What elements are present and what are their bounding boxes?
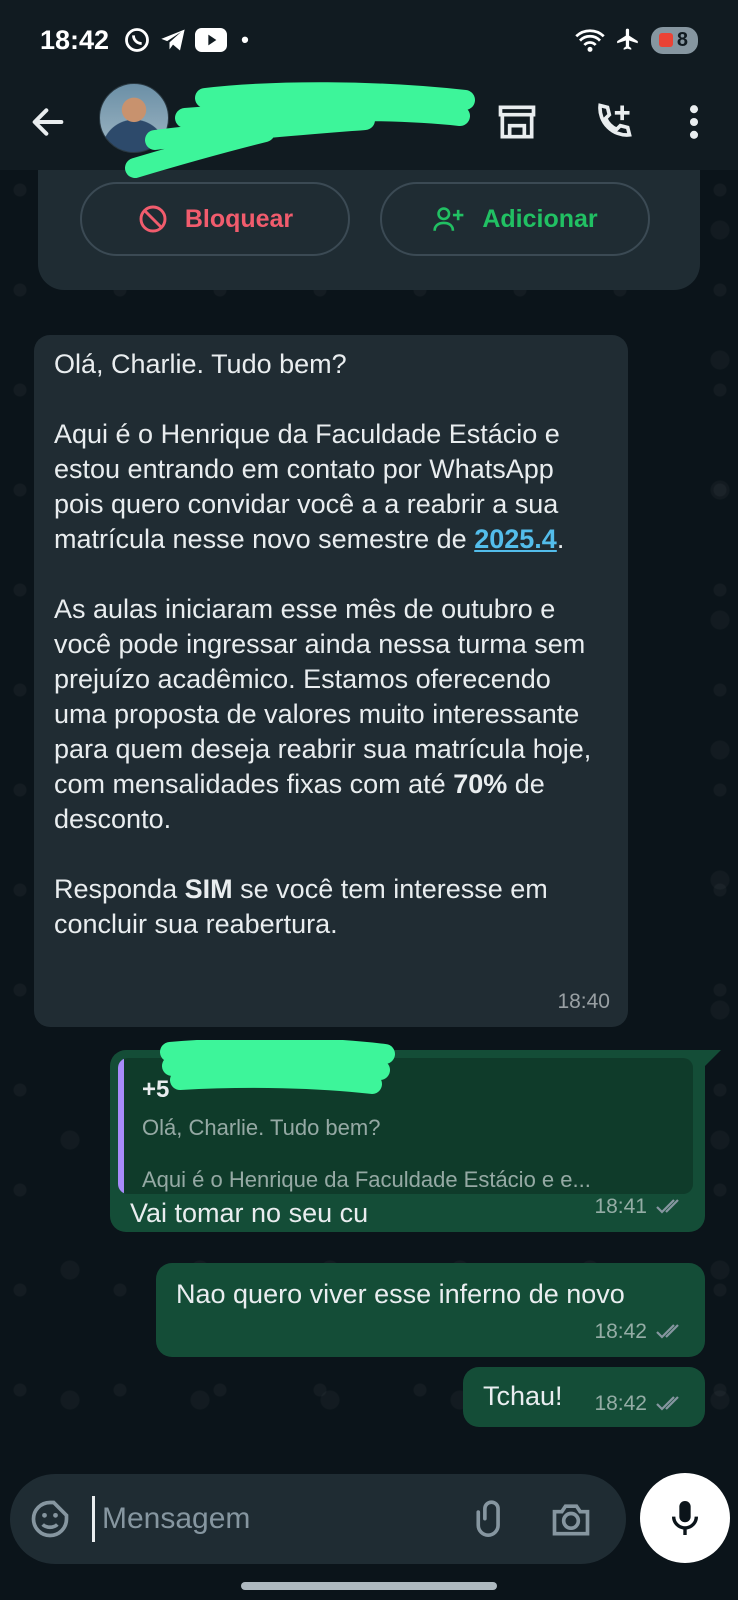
message-text: Vai tomar no seu cu (130, 1198, 369, 1228)
sticker-emoji-icon[interactable] (28, 1497, 72, 1541)
home-indicator[interactable] (241, 1582, 497, 1590)
add-person-icon (433, 207, 464, 231)
message-paragraph: Olá, Charlie. Tudo bem? (54, 349, 347, 379)
add-contact-button[interactable]: Adicionar (380, 182, 650, 256)
message-paragraph: As aulas iniciaram esse mês de outubro e… (54, 594, 592, 834)
message-time: 18:41 (594, 1189, 687, 1224)
outgoing-message[interactable]: Nao quero viver esse inferno de novo 18:… (156, 1263, 705, 1357)
sim-keyword: SIM (184, 874, 233, 904)
block-icon (139, 205, 167, 233)
message-paragraph: Responda SIM se você tem interesse em co… (54, 874, 548, 939)
battery-level: 8 (676, 28, 688, 51)
voice-message-button[interactable] (640, 1473, 730, 1563)
system-icons: 8 (575, 26, 698, 54)
message-paragraph: Aqui é o Henrique da Faculdade Estácio e… (54, 419, 565, 554)
block-label: Bloquear (184, 204, 294, 233)
block-button[interactable]: Bloquear (80, 182, 350, 256)
microphone-icon (671, 1501, 699, 1535)
double-check-icon (656, 1323, 679, 1339)
outgoing-message[interactable]: Tchau! 18:42 (463, 1367, 705, 1427)
wifi-icon (575, 29, 605, 52)
airplane-icon (617, 28, 638, 50)
whatsapp-icon (125, 28, 149, 52)
battery-indicator: 8 (650, 26, 698, 54)
double-check-icon (656, 1395, 679, 1411)
telegram-icon (161, 29, 185, 51)
text-caret (92, 1496, 95, 1542)
discount-text: 70% (453, 769, 508, 799)
message-time: 18:42 (594, 1386, 687, 1421)
double-check-icon (656, 1198, 679, 1214)
battery-low-icon (658, 33, 673, 47)
message-time: 18:42 (594, 1314, 687, 1349)
add-label: Adicionar (482, 204, 598, 233)
redaction-scribble (125, 82, 475, 178)
attach-icon[interactable] (468, 1497, 512, 1541)
quote-bar (118, 1058, 124, 1194)
business-store-icon[interactable] (495, 100, 539, 144)
incoming-message[interactable]: Olá, Charlie. Tudo bem? Aqui é o Henriqu… (34, 335, 628, 1027)
message-text: Nao quero viver esse inferno de novo (176, 1279, 625, 1309)
redaction-scribble (160, 1040, 395, 1094)
youtube-icon (195, 28, 228, 52)
camera-icon[interactable] (548, 1497, 594, 1541)
notification-icons: • (123, 26, 249, 54)
quote-line: Olá, Charlie. Tudo bem? (142, 1115, 381, 1140)
more-options-icon[interactable] (672, 100, 716, 144)
message-input[interactable] (102, 1494, 402, 1544)
dot-icon: • (241, 27, 249, 52)
status-time: 18:42 (40, 24, 110, 55)
status-bar: 18:42 • 8 (0, 0, 738, 80)
message-time: 18:40 (557, 990, 610, 1013)
message-text: Tchau! (483, 1381, 563, 1411)
message-composer (10, 1474, 626, 1564)
quote-line: Aqui é o Henrique da Faculdade Estácio e… (142, 1167, 591, 1192)
message-link[interactable]: 2025.4 (474, 524, 557, 554)
back-arrow-icon[interactable] (28, 102, 68, 142)
chat-area[interactable]: Bloquear Adicionar Olá, Charlie. Tudo be… (0, 170, 738, 1445)
bubble-tail (703, 1050, 721, 1068)
add-call-icon[interactable] (591, 100, 635, 144)
